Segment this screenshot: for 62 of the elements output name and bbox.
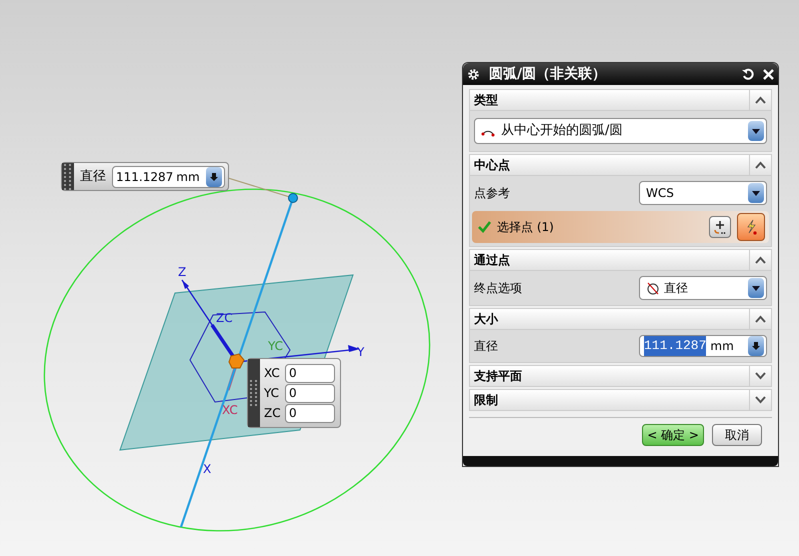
field-label: 直径 bbox=[474, 338, 498, 355]
ok-button[interactable]: < 确定 > bbox=[642, 424, 704, 446]
section-title: 支持平面 bbox=[473, 368, 523, 385]
collapse-chevron-icon[interactable] bbox=[755, 315, 766, 323]
type-dropdown[interactable]: 从中心开始的圆弧/圆 bbox=[474, 118, 767, 144]
dropdown-value: 直径 bbox=[664, 280, 689, 297]
coordinate-field[interactable]: 0 bbox=[285, 404, 335, 422]
expand-chevron-icon[interactable] bbox=[755, 396, 766, 404]
axis-label: ZC bbox=[216, 311, 233, 325]
coordinate-field[interactable]: 0 bbox=[285, 384, 335, 402]
axis-label: YC bbox=[268, 339, 284, 353]
collapse-chevron-icon[interactable] bbox=[755, 256, 766, 264]
coordinate-label: XC bbox=[264, 365, 281, 382]
axis-label: XC bbox=[222, 403, 238, 417]
diameter-input[interactable]: 111.1287 mm bbox=[639, 335, 767, 357]
option-dropdown[interactable]: WCS bbox=[639, 181, 767, 205]
option-dropdown[interactable]: 直径 bbox=[639, 276, 767, 300]
section-title: 通过点 bbox=[473, 252, 511, 269]
section-header[interactable]: 类型 bbox=[469, 89, 772, 111]
section-title: 大小 bbox=[473, 311, 500, 328]
unit-label: mm bbox=[710, 338, 735, 355]
collapse-chevron-icon[interactable] bbox=[755, 161, 766, 169]
unit-label: mm bbox=[176, 168, 201, 186]
axis-label: X bbox=[203, 462, 212, 476]
reset-icon[interactable] bbox=[742, 68, 754, 80]
settings-icon[interactable] bbox=[466, 68, 480, 80]
section-header[interactable]: 限制 bbox=[469, 389, 772, 411]
drag-handle-icon[interactable] bbox=[248, 359, 260, 427]
axis-label: Z bbox=[178, 265, 186, 279]
diameter-field[interactable]: 111.1287 mm bbox=[112, 166, 225, 188]
close-icon[interactable] bbox=[762, 68, 774, 80]
plus-point-icon bbox=[712, 219, 728, 235]
drag-handle-icon[interactable] bbox=[62, 163, 74, 190]
dropdown-value: 从中心开始的圆弧/圆 bbox=[501, 122, 624, 140]
endpoint-handle[interactable] bbox=[288, 193, 298, 203]
coordinate-label: YC bbox=[264, 385, 280, 402]
dropdown-value: WCS bbox=[646, 185, 675, 202]
field-label: 终点选项 bbox=[474, 280, 522, 297]
section-header[interactable]: 通过点 bbox=[469, 249, 772, 271]
snap-point-button[interactable] bbox=[737, 213, 765, 241]
cancel-button[interactable]: 取消 bbox=[712, 424, 762, 446]
select-point-row[interactable]: 选择点 (1) bbox=[472, 211, 769, 243]
section-header[interactable]: 支持平面 bbox=[469, 365, 772, 387]
section-title: 限制 bbox=[473, 392, 499, 409]
input-value: 111.1287 bbox=[644, 336, 706, 356]
expand-chevron-icon[interactable] bbox=[755, 372, 766, 380]
axis-label: Y bbox=[357, 345, 364, 359]
coordinate-label: ZC bbox=[264, 405, 282, 422]
center-point-handle[interactable] bbox=[228, 353, 245, 368]
field-label: 点参考 bbox=[474, 185, 510, 202]
diameter-icon bbox=[646, 281, 660, 295]
coordinate-field[interactable]: 0 bbox=[285, 364, 335, 382]
section-title: 中心点 bbox=[473, 157, 511, 174]
section-title: 类型 bbox=[473, 92, 499, 109]
select-label: 选择点 (1) bbox=[497, 219, 555, 236]
section-header[interactable]: 大小 bbox=[469, 308, 772, 330]
point-dialog-button[interactable] bbox=[709, 216, 731, 238]
diameter-label: 直径 bbox=[80, 168, 106, 186]
field-value: 111.1287 bbox=[116, 168, 174, 186]
collapse-chevron-icon[interactable] bbox=[755, 96, 766, 104]
section-header[interactable]: 中心点 bbox=[469, 154, 772, 176]
window-title: 圆弧/圆（非关联） bbox=[488, 64, 608, 84]
